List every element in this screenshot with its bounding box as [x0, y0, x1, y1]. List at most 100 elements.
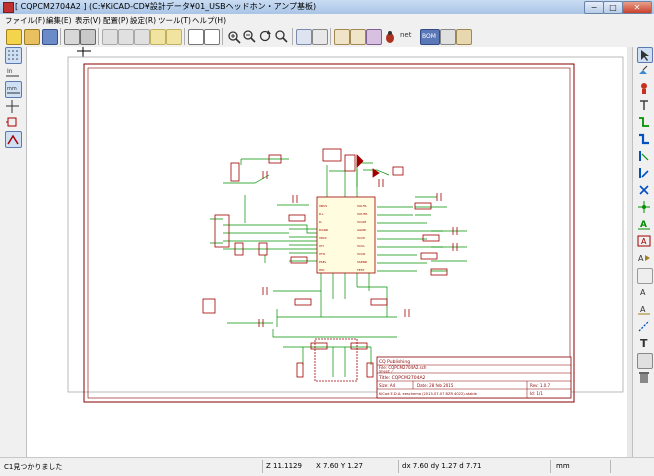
- window-title: [ CQPCM2704A2 ] (C:¥KiCAD-CD¥設計データ¥01_US…: [15, 2, 317, 11]
- minimize-button[interactable]: −: [584, 1, 604, 14]
- junction-icon[interactable]: [637, 200, 651, 214]
- close-button[interactable]: ✕: [622, 1, 652, 14]
- hierarchy-navigator-icon[interactable]: [296, 29, 312, 45]
- paste-icon[interactable]: [134, 29, 150, 45]
- resistor-r1: [230, 162, 240, 182]
- svg-text:VCOM: VCOM: [357, 220, 367, 224]
- netlist-label: net: [400, 31, 412, 39]
- page-settings-icon[interactable]: [64, 29, 80, 45]
- erc-icon[interactable]: [382, 29, 398, 45]
- status-message: C1見つかりました: [4, 463, 63, 471]
- svg-text:T: T: [640, 337, 648, 350]
- resistor-r10: [430, 268, 448, 276]
- svg-text:HID: HID: [319, 268, 325, 272]
- status-bar: C1見つかりました Z 11.1129 X 7.60 Y 1.27 dx 7.6…: [0, 457, 654, 476]
- find-icon[interactable]: [188, 29, 204, 45]
- new-sheet-icon[interactable]: [6, 29, 22, 45]
- svg-text:A: A: [640, 288, 646, 297]
- resistor-r14: [350, 342, 368, 350]
- menu-help[interactable]: ヘルプ(H): [192, 15, 226, 26]
- svg-text:VBUS: VBUS: [319, 204, 327, 208]
- hierarchical-label-icon[interactable]: A: [637, 251, 651, 265]
- pcbnew-icon[interactable]: [456, 29, 472, 45]
- add-image-icon[interactable]: [637, 353, 653, 369]
- library-editor-icon[interactable]: [334, 29, 350, 45]
- print-icon[interactable]: [80, 29, 96, 45]
- svg-text:D+: D+: [319, 212, 324, 216]
- svg-text:TEST: TEST: [356, 268, 365, 272]
- title-block-kicad: KiCad E.D.A. eeschema (2013-07-07 BZR 40…: [379, 392, 478, 396]
- menu-place[interactable]: 配置(P): [103, 15, 128, 26]
- units-mm-icon[interactable]: mm: [5, 81, 22, 98]
- svg-text:A: A: [638, 254, 644, 263]
- net-label-icon[interactable]: A: [637, 217, 651, 231]
- title-block: CQ Publishing File: CQPCM2704A2.sch Shee…: [376, 356, 572, 399]
- status-delta: dx 7.60 dy 1.27 d 7.71: [402, 462, 482, 470]
- sheet-pin-icon[interactable]: A: [637, 302, 651, 316]
- connector-j2: [202, 298, 216, 314]
- graphic-text-icon[interactable]: T: [637, 336, 651, 350]
- netlist-icon[interactable]: net: [398, 29, 418, 43]
- title-block-size: Size: A4: [379, 383, 396, 388]
- zoom-fit-icon[interactable]: [274, 29, 288, 43]
- menu-file[interactable]: ファイル(F): [5, 15, 45, 26]
- annotate-icon[interactable]: [366, 29, 382, 45]
- menu-edit[interactable]: 編集(E): [46, 15, 72, 26]
- zoom-redraw-icon[interactable]: [258, 29, 272, 43]
- kicad-app-icon[interactable]: [3, 2, 14, 13]
- global-label-icon[interactable]: A: [637, 234, 651, 248]
- wire-bus-entry-icon[interactable]: [637, 149, 651, 163]
- open-project-icon[interactable]: [24, 29, 40, 45]
- svg-text:XTO: XTO: [319, 252, 326, 256]
- svg-text:AGND: AGND: [357, 228, 367, 232]
- place-power-icon[interactable]: [637, 98, 651, 112]
- menu-view[interactable]: 表示(V): [75, 15, 101, 26]
- cvpcb-icon[interactable]: [440, 29, 456, 45]
- redo-icon[interactable]: [166, 29, 182, 45]
- show-grid-icon[interactable]: [5, 47, 22, 64]
- select-arrow-icon[interactable]: [637, 47, 653, 63]
- copy-icon[interactable]: [118, 29, 134, 45]
- save-icon[interactable]: [42, 29, 58, 45]
- delete-icon[interactable]: [637, 370, 651, 384]
- maximize-button[interactable]: □: [603, 1, 623, 14]
- resistor-r4: [288, 214, 306, 222]
- highlight-net-icon[interactable]: [637, 64, 651, 78]
- svg-text:In: In: [7, 68, 13, 75]
- library-browser-icon[interactable]: [350, 29, 366, 45]
- menu-tools[interactable]: ツール(T): [158, 15, 191, 26]
- cut-icon[interactable]: [102, 29, 118, 45]
- svg-text:VDDI: VDDI: [319, 236, 327, 240]
- bus-orientation-icon[interactable]: [5, 131, 22, 148]
- status-units: mm: [556, 462, 570, 470]
- zoom-out-icon[interactable]: [242, 29, 256, 43]
- schematic-sheet[interactable]: VBUS D+ D- DGND VDDI XTI XTO PSEL HID VOUTL VOU…: [27, 47, 627, 457]
- schematic-canvas[interactable]: VBUS D+ D- DGND VDDI XTI XTO PSEL HID VOUTL VOU…: [27, 47, 627, 457]
- menu-settings[interactable]: 設定(R): [130, 15, 156, 26]
- title-block-rev: Rev: 1.0.7: [530, 383, 550, 388]
- hidden-pins-icon[interactable]: [5, 115, 20, 130]
- resistor-r13: [310, 342, 328, 350]
- svg-text:XTI: XTI: [319, 244, 324, 248]
- hierarchical-sheet-icon[interactable]: [637, 268, 653, 284]
- undo-icon[interactable]: [150, 29, 166, 45]
- svg-text:SSPND: SSPND: [357, 260, 368, 264]
- import-sheet-pin-icon[interactable]: A: [637, 285, 651, 299]
- title-block-date: Date: 28 feb 2015: [417, 383, 454, 388]
- place-bus-icon[interactable]: [637, 132, 651, 146]
- cursor-crosshair: [77, 47, 91, 57]
- bus-entry-icon[interactable]: [637, 166, 651, 180]
- crystal-x1: [322, 148, 342, 162]
- zoom-in-icon[interactable]: [226, 29, 242, 45]
- cursor-shape-icon[interactable]: [5, 99, 20, 114]
- place-component-icon[interactable]: [637, 81, 651, 95]
- no-connect-icon[interactable]: [637, 183, 651, 197]
- find-replace-icon[interactable]: [204, 29, 220, 45]
- resistor-r8: [422, 234, 440, 242]
- svg-text:VCCP: VCCP: [357, 236, 365, 240]
- units-inch-icon[interactable]: In: [5, 65, 20, 80]
- place-wire-icon[interactable]: [637, 115, 651, 129]
- graphic-line-icon[interactable]: [637, 319, 651, 333]
- leave-sheet-icon[interactable]: [312, 29, 328, 45]
- bom-icon[interactable]: BOM: [420, 29, 440, 45]
